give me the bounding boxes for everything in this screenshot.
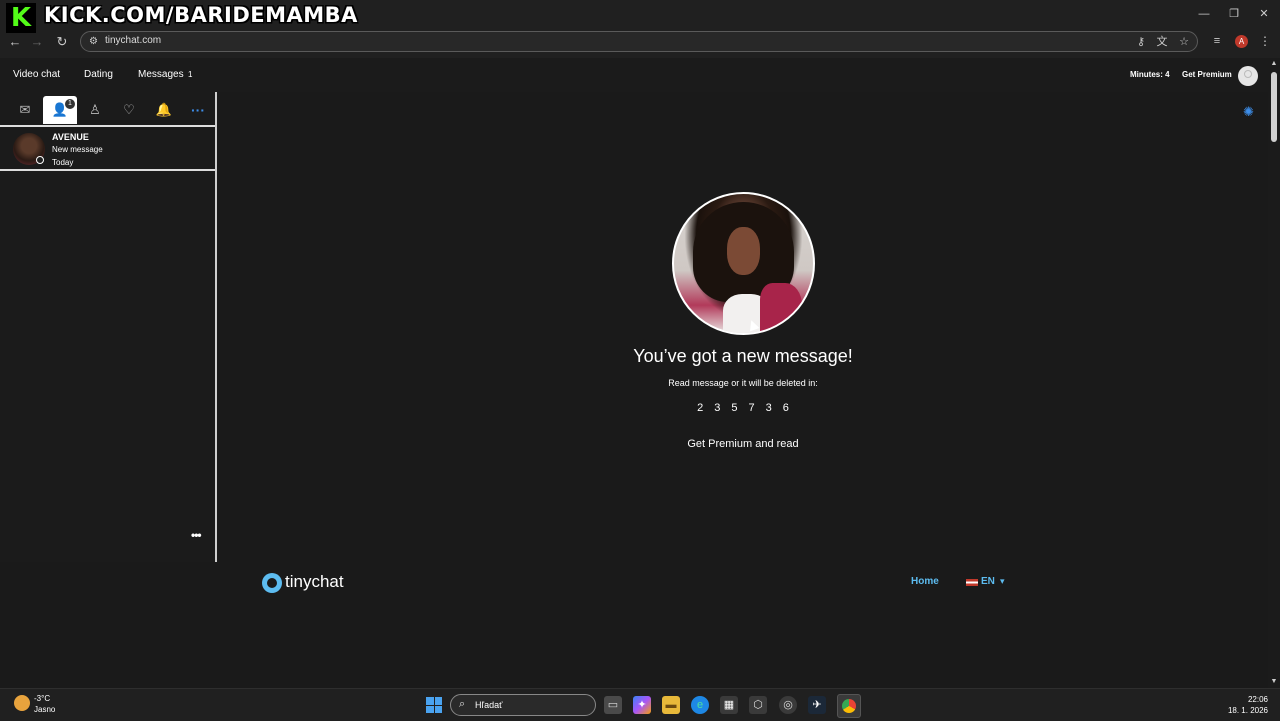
tinychat-logo-icon	[262, 573, 282, 593]
clock-date[interactable]: 18. 1. 2026	[1218, 706, 1268, 715]
tinychat-logo-text: tinychat	[285, 572, 344, 591]
countdown-digit: 3	[714, 402, 721, 414]
scroll-thumb[interactable]	[1271, 72, 1277, 142]
file-explorer-icon[interactable]: ▬	[662, 696, 680, 714]
site-header: Video chat Dating Messages 1 Minutes: 4 …	[0, 58, 1268, 92]
address-bar[interactable]: ⚙ tinychat.com ⚷ 文 ☆	[80, 31, 1198, 52]
close-icon[interactable]: ✕	[1254, 6, 1274, 22]
sender-profile-photo[interactable]	[672, 192, 815, 335]
countdown-label: Read message or it will be deleted in:	[668, 378, 818, 388]
more-options-icon[interactable]: ···	[181, 96, 215, 124]
countdown-timer: 2 3 5 7 3 6	[543, 402, 943, 414]
weather-condition[interactable]: Jasno	[34, 705, 55, 714]
us-flag-icon	[966, 579, 978, 586]
translate-icon[interactable]: 文	[1155, 35, 1169, 49]
status-dot	[36, 156, 44, 164]
weather-temperature[interactable]: -3°C	[34, 694, 50, 703]
browser-profile-avatar[interactable]: A	[1235, 35, 1248, 48]
messages-badge: 1	[188, 70, 193, 79]
search-icon: ⌕	[459, 698, 466, 710]
reload-icon[interactable]: ↻	[53, 34, 71, 50]
task-view-icon[interactable]: ▭	[604, 696, 622, 714]
settings-gear-icon[interactable]: ✺	[1243, 104, 1254, 120]
app-icon[interactable]: ⬡	[749, 696, 767, 714]
nav-messages[interactable]: Messages	[138, 69, 184, 80]
sidebar-more-icon[interactable]: •••	[191, 528, 202, 542]
nav-dating[interactable]: Dating	[84, 69, 113, 80]
url-text[interactable]: tinychat.com	[105, 35, 161, 46]
chevron-down-icon[interactable]: ▾	[1000, 576, 1005, 587]
new-message-title: You’ve got a new message!	[633, 346, 853, 366]
minimize-icon[interactable]: —	[1194, 6, 1214, 22]
user-avatar[interactable]	[1238, 66, 1258, 86]
kick-logo: K	[6, 3, 36, 33]
bell-icon[interactable]: 🔔	[147, 96, 181, 124]
taskbar-search-input[interactable]: ⌕ Hľadať	[450, 694, 596, 716]
conversation-item[interactable]: AVENUE New message Today	[0, 125, 215, 171]
back-icon[interactable]: ←	[6, 34, 24, 50]
forward-icon[interactable]: →	[28, 34, 46, 50]
tab-badge: 1	[64, 98, 76, 110]
page-scrollbar[interactable]: ▲ ▼	[1268, 58, 1280, 688]
get-premium-link[interactable]: Get Premium	[1182, 70, 1232, 79]
profile-icon[interactable]: ♙	[78, 96, 112, 124]
bookmark-star-icon[interactable]: ☆	[1177, 35, 1191, 49]
countdown-digit: 5	[731, 402, 738, 414]
clock-time[interactable]: 22:06	[1228, 695, 1268, 704]
taskbar-search-placeholder: Hľadať	[475, 700, 503, 710]
inbox-icon[interactable]: ✉	[8, 96, 42, 124]
windows-taskbar: -3°C Jasno ⌕ Hľadať ▭ ✦ ▬ e ▦ ⬡ ◎ ✈ 22:0…	[0, 688, 1280, 721]
conversation-name: AVENUE	[52, 132, 89, 142]
stream-overlay-text: KICK.COM/BARIDEMAMBA	[44, 3, 358, 27]
nav-video-chat[interactable]: Video chat	[13, 69, 60, 80]
password-key-icon[interactable]: ⚷	[1134, 35, 1148, 49]
store-icon[interactable]: ▦	[720, 696, 738, 714]
countdown-digit: 7	[748, 402, 755, 414]
steam-helper-icon[interactable]: ◎	[779, 696, 797, 714]
messages-sidebar: ✉ 👤 1 ♙ ♡ 🔔 ··· AVENUE New message Today…	[0, 92, 217, 562]
conversation-time: Today	[52, 158, 74, 167]
restore-icon[interactable]: ❐	[1224, 6, 1244, 22]
tab-search-icon[interactable]: ≡	[1210, 34, 1224, 48]
minutes-counter: Minutes: 4	[1130, 70, 1170, 79]
footer-home-link[interactable]: Home	[911, 576, 939, 587]
copilot-icon[interactable]: ✦	[633, 696, 651, 714]
kick-logo-letter: K	[10, 3, 32, 33]
language-selector[interactable]: EN	[981, 576, 995, 587]
scroll-down-icon[interactable]: ▼	[1270, 678, 1278, 685]
weather-icon[interactable]	[14, 695, 30, 711]
chrome-icon[interactable]	[837, 694, 861, 718]
site-info-icon[interactable]: ⚙	[89, 35, 103, 49]
browser-chrome: K KICK.COM/BARIDEMAMBA — ❐ ✕ ← → ↻ ⚙ tin…	[0, 0, 1280, 58]
countdown-digit: 2	[697, 402, 704, 414]
scroll-up-icon[interactable]: ▲	[1270, 60, 1278, 67]
countdown-digit: 6	[782, 402, 789, 414]
heart-icon[interactable]: ♡	[112, 96, 146, 124]
get-premium-read-button[interactable]: Get Premium and read	[643, 438, 843, 450]
windows-start-icon[interactable]	[426, 697, 442, 713]
steam-icon[interactable]: ✈	[808, 696, 826, 714]
browser-menu-icon[interactable]: ⋮	[1259, 34, 1271, 48]
edge-icon[interactable]: e	[691, 696, 709, 714]
conversation-preview: New message	[52, 145, 103, 154]
countdown-digit: 3	[765, 402, 772, 414]
